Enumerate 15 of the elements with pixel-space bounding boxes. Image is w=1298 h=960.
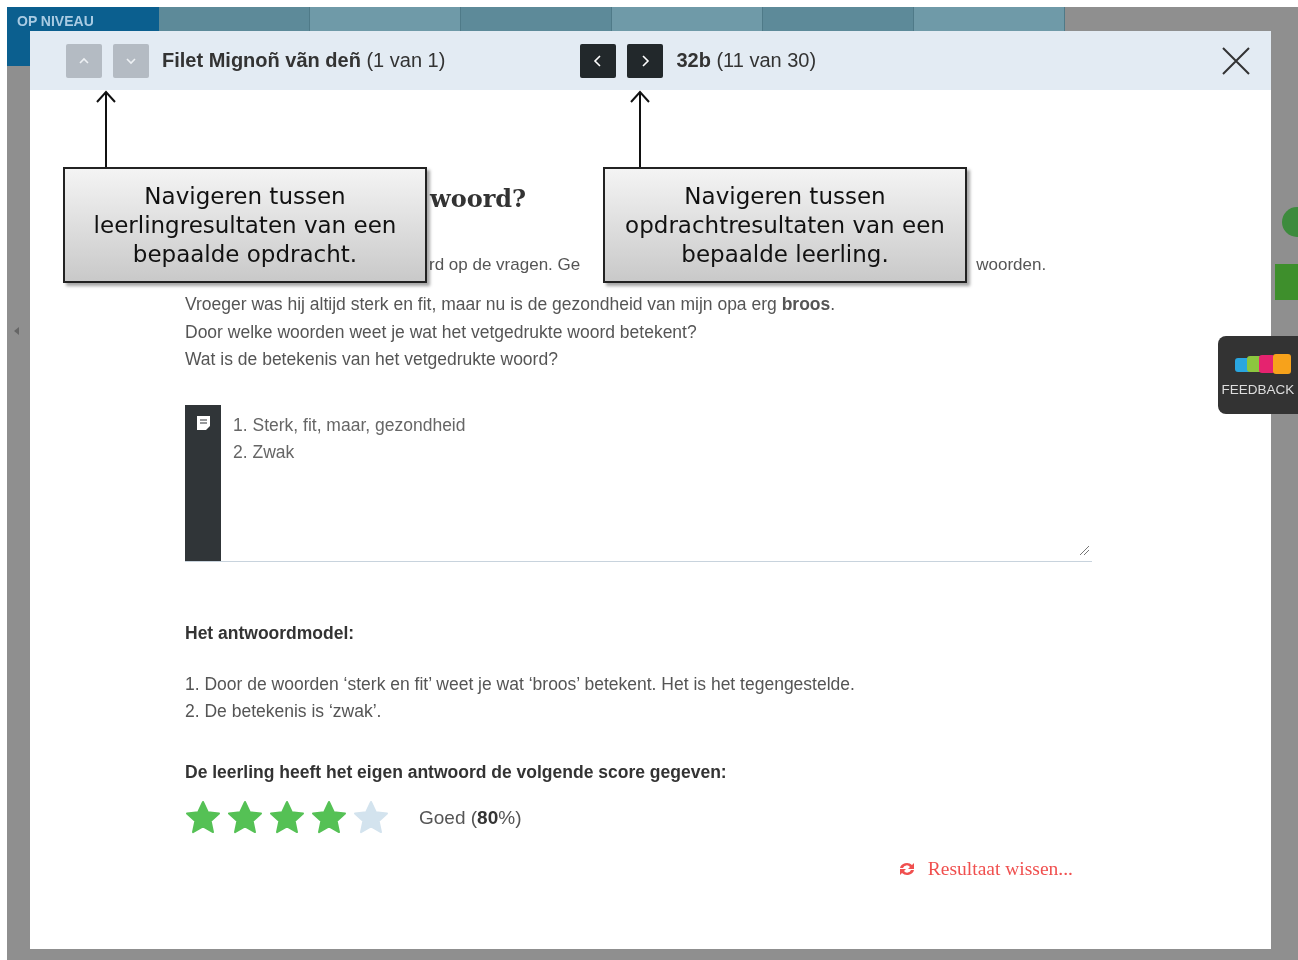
score-label: Goed (80%)	[419, 806, 522, 829]
instruction-text: rd op de vragen. Ge	[429, 255, 581, 276]
callout-text: Navigeren tussen leerlingresultaten van een bepaalde opdracht.	[63, 167, 427, 283]
instruction-text: woorden.	[976, 255, 1047, 276]
answer-model-heading: Het antwoordmodel:	[185, 622, 356, 644]
question-text: Wat is de betekenis van het vetgedrukte woord?	[185, 348, 558, 371]
student-name: Filet Mignoñ vãn deñ (1 van 1)	[162, 49, 446, 72]
question-text: Door welke woorden weet je wat het vetgedrukte woord betekent?	[185, 320, 697, 344]
question-title: woord?	[430, 184, 527, 213]
question-text: Vroeger was hij altijd sterk en fit, maar nu is de gezondheid van mijn opa erg broos.	[185, 293, 836, 316]
answer-model-text: 2. De betekenis is ‘zwak’.	[185, 700, 382, 723]
answer-model-text: 1. Door de woorden ‘sterk en fit’ weet je wat ‘broos’ betekent. Het is het tegengestelde.	[185, 672, 855, 696]
score-heading: De leerling heeft het eigen antwoord de volgende score gegeven:	[185, 761, 728, 783]
callout-text: Navigeren tussen opdrachtresultaten van een bepaalde leerling.	[603, 167, 967, 283]
task-name: 32b (11 van 30)	[676, 49, 817, 72]
